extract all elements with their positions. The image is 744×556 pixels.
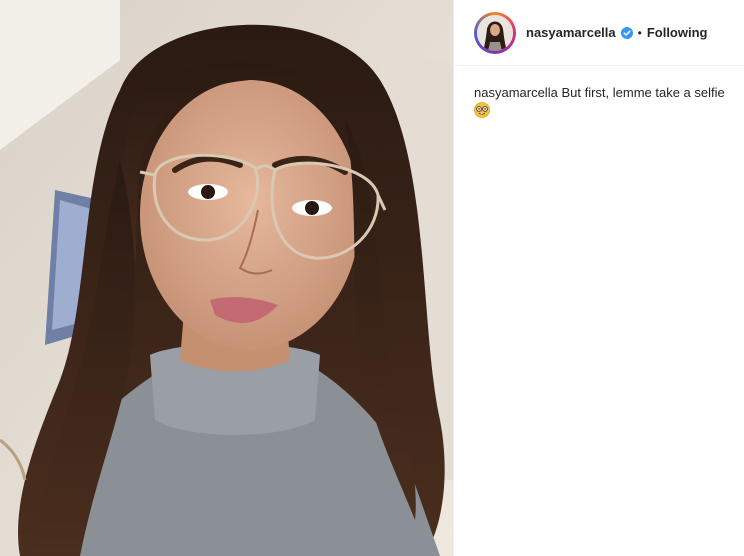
author-username[interactable]: nasyamarcella [526, 25, 616, 40]
post-photo[interactable] [0, 0, 453, 556]
separator-dot: • [637, 25, 642, 40]
post-header: nasyamarcella • Following [454, 0, 744, 66]
instagram-post: nasyamarcella • Following nasyamarcella … [0, 0, 744, 556]
following-button[interactable]: Following [647, 25, 708, 40]
avatar[interactable] [477, 14, 513, 51]
caption-username[interactable]: nasyamarcella [474, 85, 558, 100]
avatar-story-ring[interactable] [474, 11, 516, 54]
verified-badge-icon [620, 26, 633, 39]
selfie-image [0, 0, 453, 556]
caption-text: But first, lemme take a selfie [561, 85, 725, 100]
nerd-face-emoji-icon [474, 102, 490, 122]
avatar-image [477, 14, 513, 51]
post-sidebar: nasyamarcella • Following nasyamarcella … [453, 0, 744, 556]
post-caption: nasyamarcella But first, lemme take a se… [454, 66, 744, 122]
